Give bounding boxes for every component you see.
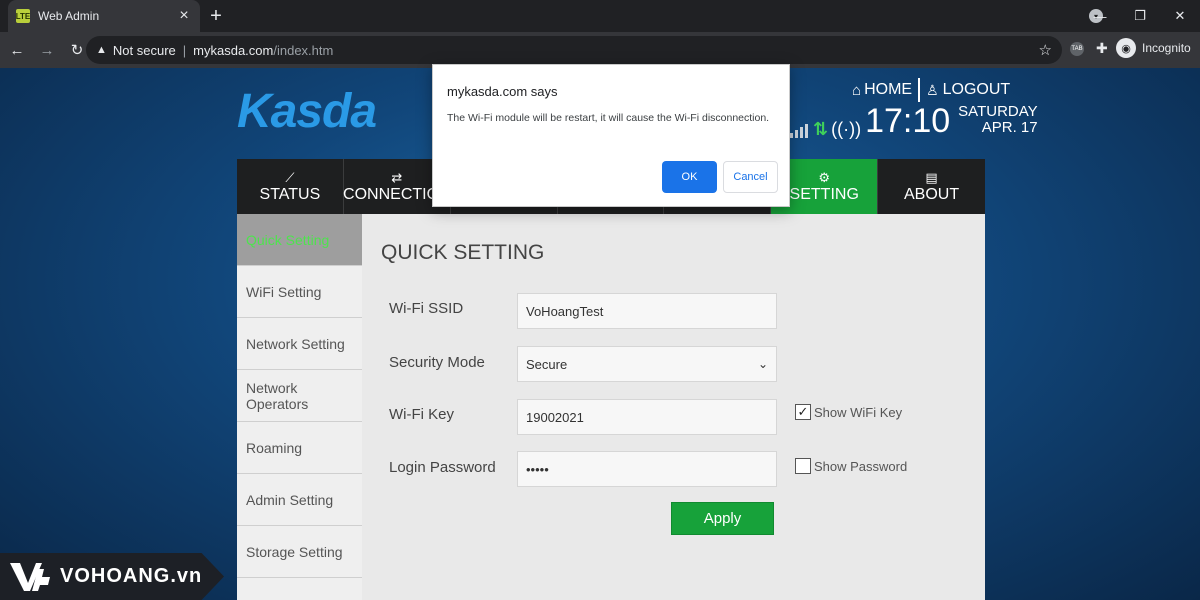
security-mode-value: Secure (526, 356, 568, 372)
data-transfer-icon: ⇅ (813, 119, 829, 139)
tab-status-label: STATUS (259, 185, 321, 203)
watermark-text: VOHOANG.vn (60, 565, 203, 587)
sidebar-item-wifi-setting[interactable]: WiFi Setting (237, 266, 362, 318)
show-wifi-key-label: Show WiFi Key (814, 404, 903, 420)
security-mode-select[interactable]: Secure ⌄ (517, 346, 777, 382)
tab-setting-label: SETTING (789, 185, 859, 203)
tab-title: Web Admin (38, 9, 100, 23)
dialog-title: mykasda.com says (447, 84, 558, 99)
sidebar-item-network-operators[interactable]: Network Operators (237, 370, 362, 422)
extensions-puzzle-icon[interactable]: ✚ (1096, 40, 1108, 57)
extension-tab-icon[interactable]: TAB (1070, 42, 1084, 56)
show-wifi-key-checkbox[interactable]: ✓ (795, 404, 811, 420)
logout-link[interactable]: ♙ LOGOUT (926, 81, 1010, 99)
ssid-input[interactable]: VoHoangTest (517, 293, 777, 329)
login-password-input[interactable]: ••••• (517, 451, 777, 487)
chevron-down-icon: ⌄ (757, 357, 768, 371)
address-bar[interactable]: ▲ Not secure | mykasda.com/index.htm ☆ (86, 36, 1062, 64)
security-label: Not secure (112, 42, 176, 58)
sidebar-item-storage-setting[interactable]: Storage Setting (237, 526, 362, 578)
arrows-icon: ⇄ (391, 169, 403, 185)
sidebar-item-network-setting[interactable]: Network Setting (237, 318, 362, 370)
incognito-icon: ◉ (1116, 38, 1136, 58)
incognito-indicator[interactable]: ◉ Incognito (1116, 38, 1191, 58)
date-display: SATURDAY APR. 17 (958, 104, 1037, 138)
vohoang-watermark: VOHOANG.vn (0, 553, 224, 600)
wifi-key-input[interactable]: 19002021 (517, 399, 777, 435)
back-icon[interactable]: ← (4, 42, 30, 59)
signal-strength-icon (790, 124, 808, 138)
sidebar-item-roaming[interactable]: Roaming (237, 422, 362, 474)
forward-icon[interactable]: → (34, 42, 60, 59)
vohoang-logo-icon (10, 562, 50, 591)
close-window-icon[interactable]: ✕ (1160, 8, 1200, 24)
maximize-icon[interactable]: ❐ (1120, 8, 1160, 24)
tab-about[interactable]: ▤ ABOUT (878, 159, 985, 214)
browser-toolbar: ← → ↻ ▲ Not secure | mykasda.com/index.h… (0, 32, 1200, 68)
new-tab-icon[interactable]: + (206, 6, 226, 26)
info-icon: ▤ (925, 169, 938, 185)
sidebar-item-quick-setting[interactable]: Quick Setting (237, 214, 362, 266)
bookmark-star-icon[interactable]: ☆ (1039, 41, 1052, 59)
clock-time: 17:10 (865, 102, 951, 140)
apply-button[interactable]: Apply (671, 502, 774, 535)
security-mode-label: Security Mode (389, 354, 485, 371)
tab-status[interactable]: ⟋ STATUS (237, 159, 344, 214)
ssid-label: Wi-Fi SSID (389, 300, 464, 317)
kasda-logo: Kasda (237, 85, 377, 138)
browser-tab[interactable]: LTE Web Admin × (8, 0, 200, 32)
wifi-key-label: Wi-Fi Key (389, 406, 454, 423)
login-password-label: Login Password (389, 459, 496, 476)
home-label: HOME (864, 81, 913, 98)
url-host: mykasda.com (193, 42, 274, 58)
show-password-toggle[interactable]: Show Password (795, 458, 907, 474)
tab-close-icon[interactable]: × (176, 8, 192, 24)
day-label: SATURDAY (958, 103, 1038, 120)
browser-tab-strip: LTE Web Admin × + ▾ — ❐ ✕ (0, 0, 1200, 32)
minimize-icon[interactable]: — (1080, 9, 1120, 24)
chart-icon: ⟋ (285, 169, 295, 185)
tab-favicon-icon: LTE (16, 9, 30, 23)
page-title: QUICK SETTING (381, 241, 545, 264)
window-controls: — ❐ ✕ (1080, 0, 1200, 32)
dialog-cancel-button[interactable]: Cancel (723, 161, 778, 193)
dialog-ok-button[interactable]: OK (662, 161, 717, 193)
top-links-divider (918, 78, 921, 102)
home-link[interactable]: ⌂ HOME (852, 81, 912, 99)
warning-icon[interactable]: ▲ (96, 44, 107, 56)
show-password-checkbox[interactable] (795, 458, 811, 474)
top-links: ⌂ HOME ♙ LOGOUT (852, 78, 1010, 102)
user-icon: ♙ (926, 81, 939, 98)
alert-dialog: mykasda.com says The Wi-Fi module will b… (432, 64, 790, 207)
tab-about-label: ABOUT (903, 185, 960, 203)
quick-setting-panel: QUICK SETTING Wi-Fi SSID VoHoangTest Sec… (362, 214, 985, 600)
gears-icon: ⚙ (818, 169, 831, 185)
show-wifi-key-toggle[interactable]: ✓ Show WiFi Key (795, 404, 902, 420)
omnibox-separator: | (182, 42, 187, 58)
show-password-label: Show Password (814, 458, 908, 474)
incognito-label: Incognito (1142, 41, 1191, 55)
home-icon: ⌂ (852, 81, 862, 99)
settings-sidebar: Quick Setting WiFi Setting Network Setti… (237, 214, 362, 600)
dialog-message: The Wi-Fi module will be restart, it wil… (447, 112, 770, 124)
logout-label: LOGOUT (942, 81, 1011, 98)
sidebar-item-admin-setting[interactable]: Admin Setting (237, 474, 362, 526)
wifi-antenna-icon: ((·)) (831, 119, 862, 139)
status-cluster: ⇅ ((·)) 17:10 SATURDAY APR. 17 (790, 104, 1038, 138)
date-label: APR. 17 (981, 119, 1038, 136)
url-path: /index.htm (273, 42, 334, 58)
